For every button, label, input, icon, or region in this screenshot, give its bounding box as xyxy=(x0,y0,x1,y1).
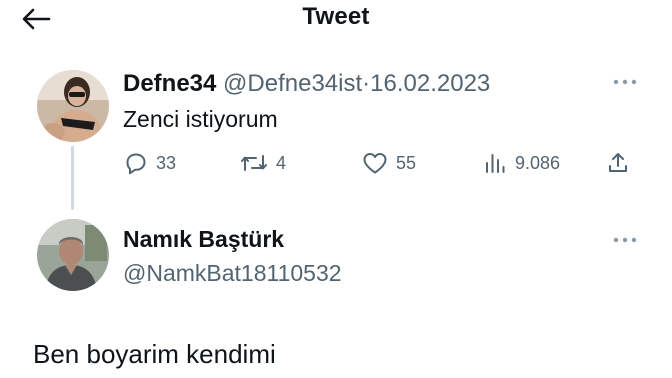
display-name[interactable]: Namık Baştürk xyxy=(123,226,284,253)
thread-line xyxy=(71,146,74,210)
avatar[interactable] xyxy=(37,70,109,142)
views-icon xyxy=(483,151,507,175)
avatar-photo xyxy=(37,219,109,291)
display-name[interactable]: Defne34 xyxy=(123,70,216,97)
tweet-header: Defne34 @Defne34ist·16.02.2023 xyxy=(123,70,490,98)
retweet-count: 4 xyxy=(276,152,287,173)
tweet-text: Ben boyarim kendimi xyxy=(33,339,276,369)
more-button[interactable] xyxy=(612,74,638,90)
avatar[interactable] xyxy=(37,219,109,291)
views-count: 9.086 xyxy=(515,152,561,173)
handle[interactable]: @Defne34ist xyxy=(223,70,362,97)
page-title: Tweet xyxy=(302,3,370,30)
tweet-date[interactable]: 16.02.2023 xyxy=(370,70,490,97)
retweet-icon xyxy=(240,151,268,175)
reply-icon xyxy=(124,151,148,175)
share-button[interactable] xyxy=(606,148,630,178)
like-icon xyxy=(362,151,388,175)
reply-count: 33 xyxy=(156,152,177,173)
reply-button[interactable]: 33 xyxy=(124,148,176,178)
more-button[interactable] xyxy=(612,232,638,248)
share-icon xyxy=(606,151,630,175)
avatar-photo xyxy=(37,70,109,142)
handle[interactable]: @NamkBat18110532 xyxy=(123,260,342,287)
like-count: 55 xyxy=(396,152,417,173)
retweet-button[interactable]: 4 xyxy=(240,148,286,178)
views-button[interactable]: 9.086 xyxy=(483,148,560,178)
more-icon xyxy=(612,78,638,86)
more-icon xyxy=(612,236,638,244)
tweet-text: Zenci istiyorum xyxy=(123,106,278,132)
like-button[interactable]: 55 xyxy=(362,148,416,178)
separator: · xyxy=(362,70,371,97)
